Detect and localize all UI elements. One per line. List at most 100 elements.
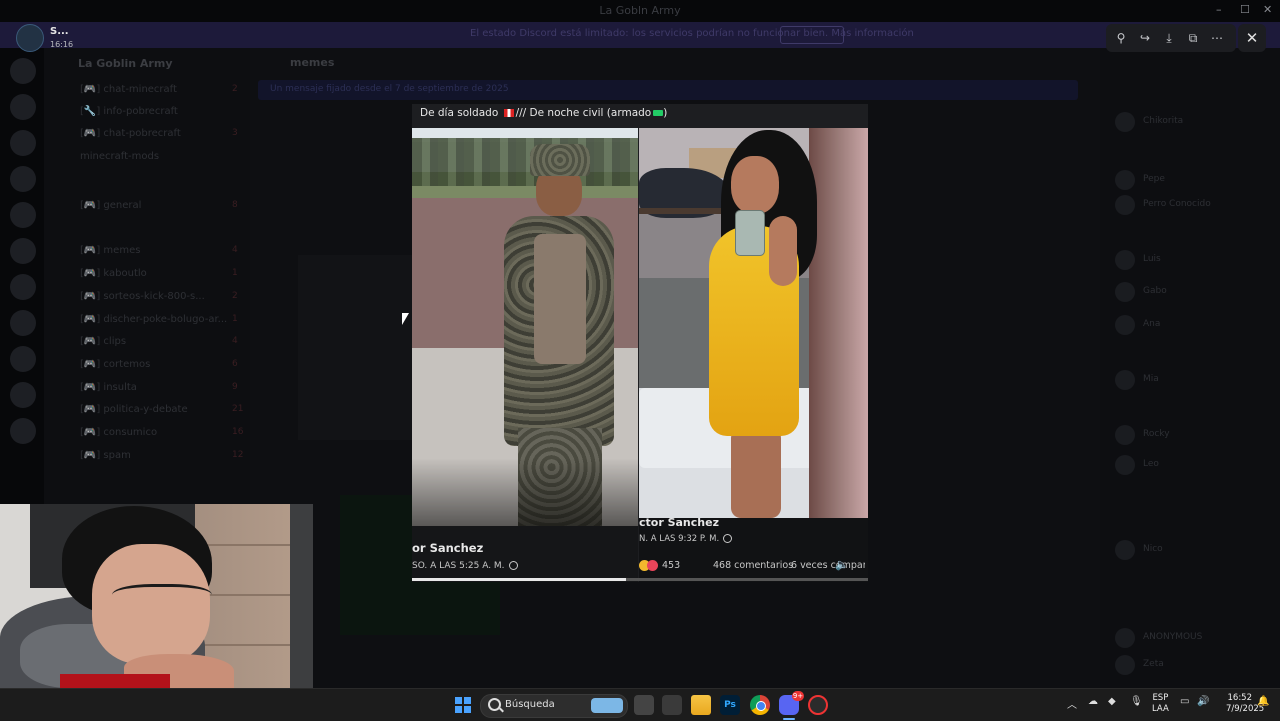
task-view-icon[interactable]: [634, 695, 654, 715]
chevron-up-icon[interactable]: ︿: [1067, 696, 1077, 711]
server-icon[interactable]: [10, 346, 36, 372]
right-post-footer: ctor Sanchez N. A LAS 9:32 P. M. 453 468…: [639, 516, 868, 582]
server-icon[interactable]: [10, 274, 36, 300]
avatar: [1115, 112, 1135, 132]
taskbar-search[interactable]: Búsqueda: [480, 694, 628, 718]
avatar: [1115, 250, 1135, 270]
security-icon[interactable]: ◆: [1108, 696, 1116, 707]
zoom-in-icon[interactable]: ⚲: [1113, 30, 1129, 46]
system-clock[interactable]: 16:52 7/9/2025: [1226, 693, 1264, 715]
member-item[interactable]: Perro Conocido: [1115, 195, 1265, 215]
member-item[interactable]: Pepe: [1115, 170, 1265, 190]
member-item[interactable]: Gabo: [1115, 282, 1265, 302]
minimize-icon[interactable]: –: [1216, 3, 1222, 16]
server-icon[interactable]: [10, 94, 36, 120]
more-icon[interactable]: ⋯: [1209, 30, 1225, 46]
language-indicator[interactable]: ESP LAA: [1152, 693, 1169, 715]
status-banner: El estado Discord está limitado: los ser…: [0, 22, 1280, 48]
channel-item[interactable]: [🎮] politica-y-debate 21: [80, 404, 243, 415]
meme-caption: De día soldado /// De noche civil (armad…: [420, 107, 668, 119]
avatar: [1115, 315, 1135, 335]
server-icon[interactable]: [10, 238, 36, 264]
channel-item[interactable]: [🎮] chat-pobrecraft 3: [80, 128, 238, 139]
taskbar: Búsqueda Ps 9+ ︿ ☁ ◆ 🎙 ESP LAA ▭ 🔊 16:52 7…: [0, 688, 1280, 721]
banner-button[interactable]: [780, 26, 844, 44]
channel-item[interactable]: [🎮] clips 4: [80, 336, 238, 347]
server-icon[interactable]: [10, 310, 36, 336]
upload-time: 16:16: [50, 40, 74, 49]
server-icon[interactable]: [10, 130, 36, 156]
channel-item[interactable]: [🎮] insulta 9: [80, 382, 238, 393]
peru-flag-icon: [503, 109, 514, 117]
member-item[interactable]: Luis: [1115, 250, 1265, 270]
member-item[interactable]: Nico: [1115, 540, 1265, 560]
avatar: [1115, 282, 1135, 302]
recording-app-icon[interactable]: [808, 695, 828, 715]
window-close-icon[interactable]: ✕: [1263, 3, 1272, 16]
file-explorer-icon[interactable]: [691, 695, 711, 715]
start-icon[interactable]: [455, 697, 471, 713]
discord-icon[interactable]: 9+: [779, 691, 804, 715]
volume-tray-icon[interactable]: 🔊: [1197, 696, 1209, 707]
media-toolbar: ⚲ ↪ ⤓ ⧉ ⋯: [1106, 24, 1236, 52]
soldier-photo: [412, 128, 638, 526]
member-item[interactable]: Leo: [1115, 455, 1265, 475]
share-arrow-icon[interactable]: ↪: [1137, 30, 1153, 46]
channel-item[interactable]: [🎮] consumico 16: [80, 427, 243, 438]
pinned-bar[interactable]: Un mensaje fijado desde el 7 de septiemb…: [258, 80, 1078, 100]
globe-icon: [723, 534, 733, 543]
member-item[interactable]: Chikorita: [1115, 112, 1265, 132]
server-icon[interactable]: [10, 58, 36, 84]
meme-image[interactable]: De día soldado /// De noche civil (armad…: [412, 104, 868, 582]
channel-item[interactable]: [🎮] kaboutlo 1: [80, 268, 238, 279]
mouse-cursor: [402, 313, 409, 325]
channel-item[interactable]: [🎮] sorteos-kick-800-s... 2: [80, 291, 238, 302]
search-placeholder: Búsqueda: [505, 699, 555, 710]
network-icon[interactable]: ▭: [1180, 696, 1189, 707]
open-external-icon[interactable]: ⧉: [1185, 30, 1201, 46]
search-highlight-icon: [591, 698, 623, 713]
progress-fill: [412, 578, 627, 581]
channel-item[interactable]: [🎮] discher-poke-bolugo-ar... 1: [80, 314, 238, 325]
photoshop-icon[interactable]: Ps: [720, 695, 740, 715]
server-icon[interactable]: [10, 202, 36, 228]
channel-item[interactable]: [🎮] memes 4: [80, 245, 238, 256]
banner-text: El estado Discord está limitado: los ser…: [470, 28, 914, 39]
comment-count: 468 comentarios: [713, 560, 794, 571]
channel-item[interactable]: [🎮] general 8: [80, 200, 238, 211]
channel-item[interactable]: [🎮] chat-minecraft 2: [80, 84, 238, 95]
close-viewer-button[interactable]: ✕: [1238, 24, 1266, 52]
avatar[interactable]: [16, 24, 44, 52]
member-item[interactable]: Ana: [1115, 315, 1265, 335]
chat-header: memes: [250, 52, 1100, 74]
app-icon[interactable]: [662, 695, 682, 715]
server-icon[interactable]: [10, 166, 36, 192]
member-item[interactable]: Rocky: [1115, 425, 1265, 445]
right-post-name: ctor Sanchez: [639, 516, 719, 529]
server-name[interactable]: La Goblin Army: [78, 57, 173, 70]
channel-item[interactable]: minecraft-mods: [80, 151, 159, 162]
maximize-icon[interactable]: ☐: [1240, 3, 1250, 16]
left-post-time: SO. A LAS 5:25 A. M.: [412, 561, 518, 571]
channel-item[interactable]: [🎮] spam 12: [80, 450, 243, 461]
chrome-icon[interactable]: [750, 695, 770, 715]
video-progress-bar[interactable]: [412, 578, 868, 581]
server-icon[interactable]: [10, 418, 36, 444]
notifications-icon[interactable]: 🔔: [1257, 696, 1269, 707]
volume-icon[interactable]: 🔈: [835, 558, 849, 571]
window-title: La Gobln Army: [599, 4, 681, 17]
message-attachment: [298, 255, 413, 440]
member-item[interactable]: Mia: [1115, 370, 1265, 390]
microphone-icon[interactable]: 🎙: [1130, 696, 1143, 707]
cloud-icon[interactable]: ☁: [1088, 696, 1098, 707]
member-list: [1100, 48, 1280, 688]
channel-item[interactable]: [🔧] info-pobrecraft: [80, 106, 178, 117]
download-icon[interactable]: ⤓: [1161, 30, 1177, 46]
member-item[interactable]: ANONYMOUS: [1115, 628, 1265, 648]
server-icon[interactable]: [10, 382, 36, 408]
love-reaction-icon: [647, 560, 658, 571]
channel-item[interactable]: [🎮] cortemos 6: [80, 359, 238, 370]
uploader-name[interactable]: S...: [50, 26, 69, 37]
member-item[interactable]: Zeta: [1115, 655, 1265, 675]
reaction-count: 453: [639, 560, 680, 571]
